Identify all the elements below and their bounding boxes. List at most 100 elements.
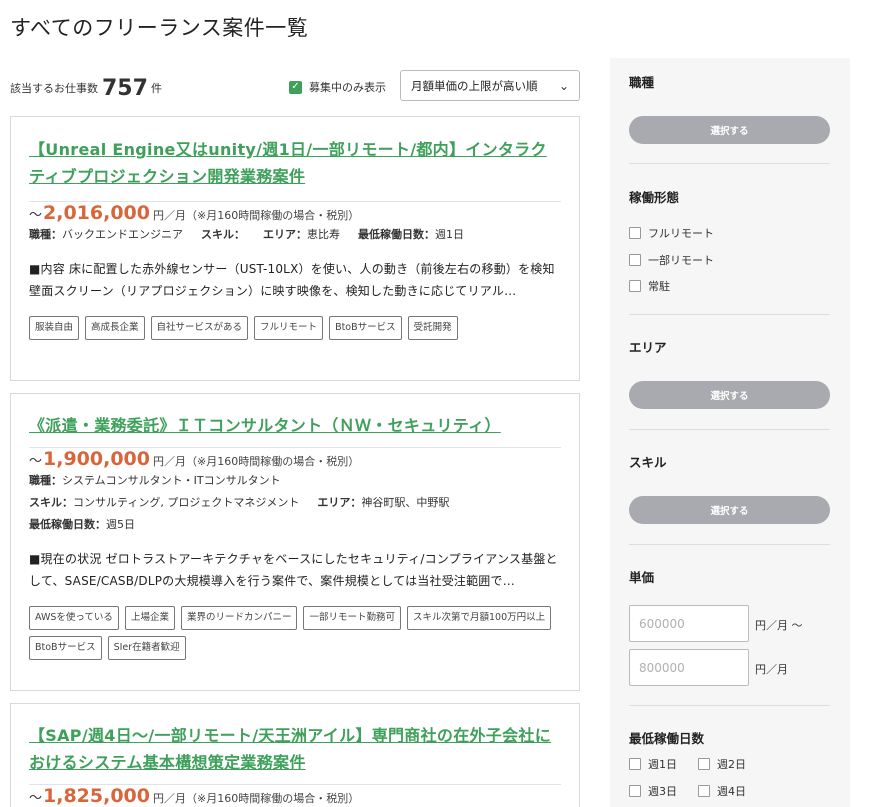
job-tag[interactable]: BtoBサービス [329, 316, 402, 340]
recruiting-only-toggle[interactable]: ✓ 募集中のみ表示 [289, 79, 386, 95]
min-days-2-checkbox[interactable]: 週2日 [698, 756, 746, 772]
filter-skill-heading: スキル [629, 455, 667, 470]
job-price: ～ 2,016,000 円／月（※月160時間稼働の場合・税別） [29, 202, 561, 224]
skill-label: スキル： [29, 496, 73, 509]
job-tags: AWSを使っている 上場企業 業界のリードカンパニー 一部リモート勤務可 スキル… [29, 606, 561, 660]
result-count-label: 該当するお仕事数 [10, 82, 98, 95]
job-tag[interactable]: 服装自由 [29, 316, 80, 340]
days-value: 週5日 [106, 518, 135, 531]
filter-divider [629, 314, 830, 315]
job-tag[interactable]: 一部リモート勤務可 [303, 606, 401, 630]
price-prefix: ～ [29, 791, 43, 806]
filter-work-style-heading: 稼働形態 [629, 190, 680, 205]
skill-select-button[interactable]: 選択する [629, 496, 830, 524]
filter-price-heading: 単価 [629, 570, 655, 585]
job-description: ■現在の状況 ゼロトラストアーキテクチャをベースにしたセキュリティ/コンプライア… [29, 552, 558, 588]
area-value: 恵比寿 [307, 228, 340, 241]
job-tag[interactable]: AWSを使っている [29, 606, 119, 630]
price-prefix: ～ [29, 208, 43, 223]
job-tag[interactable]: BtoBサービス [29, 636, 102, 660]
checkbox-icon[interactable] [698, 785, 710, 797]
job-price: ～ 1,825,000 円／月（※月160時間稼働の場合・税別） [29, 785, 561, 807]
job-tag[interactable]: 業界のリードカンパニー [180, 606, 298, 630]
role-label: 職種： [29, 228, 62, 241]
price-value: 1,825,000 [43, 785, 150, 807]
job-title-link[interactable]: 【Unreal Engine又はunity/週1日/一部リモート/都内】インタラ… [29, 136, 561, 190]
filter-divider [629, 544, 830, 545]
filter-divider [629, 163, 830, 164]
filter-divider [629, 429, 830, 430]
checkbox-label: 常駐 [648, 280, 670, 293]
results-toolbar: 該当するお仕事数 757 件 ✓ 募集中のみ表示 月額単価の上限が高い順 ⌄ [10, 58, 580, 116]
area-label: エリア： [317, 496, 362, 509]
price-min-input[interactable]: 600000 [629, 605, 749, 642]
work-style-onsite-checkbox[interactable]: 常駐 [629, 278, 670, 294]
checkbox-icon[interactable] [629, 280, 641, 292]
filter-min-days-heading: 最低稼働日数 [629, 731, 705, 746]
job-card: 【SAP/週4日～/一部リモート/天王洲アイル】専門商社の在外子会社におけるシス… [10, 703, 580, 807]
price-max-unit: 円／月 [755, 663, 788, 676]
skill-value: コンサルティング, プロジェクトマネジメント [73, 496, 300, 509]
recruiting-only-label: 募集中のみ表示 [309, 81, 386, 94]
job-card: 《派遣・業務委託》ＩＴコンサルタント（ＮＷ・セキュリティ） ～ 1,900,00… [10, 393, 580, 691]
job-price: ～ 1,900,000 円／月（※月160時間稼働の場合・税別） [29, 448, 561, 470]
days-label: 最低稼働日数： [29, 518, 106, 531]
filter-job-type-heading: 職種 [629, 75, 655, 90]
area-select-button[interactable]: 選択する [629, 381, 830, 409]
job-tag[interactable]: SIer在籍者歓迎 [107, 636, 186, 660]
job-title-link[interactable]: 《派遣・業務委託》ＩＴコンサルタント（ＮＷ・セキュリティ） [29, 412, 561, 439]
job-tag[interactable]: フルリモート [254, 316, 324, 340]
checkbox-label: 一部リモート [648, 254, 714, 267]
skill-label: スキル： [201, 228, 245, 241]
days-value: 週1日 [435, 228, 464, 241]
filter-divider [629, 705, 830, 706]
main-content: 該当するお仕事数 757 件 ✓ 募集中のみ表示 月額単価の上限が高い順 ⌄ 【Un… [10, 58, 580, 807]
area-label: エリア： [263, 228, 307, 241]
job-tag[interactable]: 自社サービスがある [150, 316, 249, 340]
price-unit: 円／月（※月160時間稼働の場合・税別） [153, 209, 360, 222]
work-style-partial-remote-checkbox[interactable]: 一部リモート [629, 252, 714, 268]
filter-area-heading: エリア [629, 340, 667, 355]
job-type-select-button[interactable]: 選択する [629, 116, 830, 144]
price-value: 1,900,000 [43, 448, 150, 470]
min-days-4-checkbox[interactable]: 週4日 [698, 783, 746, 799]
role-label: 職種： [29, 474, 62, 487]
job-tag[interactable]: スキル次第で月額100万円以上 [406, 606, 552, 630]
checkbox-icon[interactable] [629, 758, 641, 770]
checkbox-icon[interactable] [629, 254, 641, 266]
min-days-1-checkbox[interactable]: 週1日 [629, 756, 677, 772]
checkbox-checked-icon[interactable]: ✓ [289, 80, 302, 94]
checkbox-label: 週2日 [717, 758, 746, 771]
result-count: 該当するお仕事数 757 件 [10, 76, 162, 101]
min-days-3-checkbox[interactable]: 週3日 [629, 783, 677, 799]
page-title: すべてのフリーランス案件一覧 [10, 16, 309, 40]
price-prefix: ～ [29, 454, 43, 469]
sort-select[interactable]: 月額単価の上限が高い順 ⌄ [400, 70, 580, 101]
job-title-link[interactable]: 【SAP/週4日～/一部リモート/天王洲アイル】専門商社の在外子会社におけるシス… [29, 722, 561, 776]
role-value: バックエンドエンジニア [62, 228, 183, 241]
checkbox-label: フルリモート [648, 227, 714, 240]
checkbox-icon[interactable] [629, 227, 641, 239]
role-value: システムコンサルタント・ITコンサルタント [62, 474, 281, 487]
price-max-input[interactable]: 800000 [629, 649, 749, 686]
price-min-unit: 円／月 ～ [755, 619, 803, 632]
checkbox-label: 週4日 [717, 785, 746, 798]
price-value: 2,016,000 [43, 202, 150, 224]
sort-selected-value: 月額単価の上限が高い順 [411, 78, 538, 93]
days-label: 最低稼働日数： [358, 228, 435, 241]
checkbox-icon[interactable] [629, 785, 641, 797]
job-meta: 職種：システムコンサルタント・ITコンサルタント スキル：コンサルティング, プ… [29, 470, 561, 536]
price-unit: 円／月（※月160時間稼働の場合・税別） [153, 792, 360, 805]
job-tag[interactable]: 高成長企業 [85, 316, 145, 340]
checkbox-icon[interactable] [698, 758, 710, 770]
job-tags: 服装自由 高成長企業 自社サービスがある フルリモート BtoBサービス 受託開… [29, 316, 561, 340]
result-count-number: 757 [102, 76, 148, 101]
result-count-unit: 件 [150, 82, 162, 95]
job-description: ■内容 床に配置した赤外線センサー（UST-10LX）を使い、人の動き（前後左右… [29, 262, 555, 298]
job-tag[interactable]: 受託開発 [407, 316, 458, 340]
checkbox-label: 週3日 [648, 785, 677, 798]
area-value: 神谷町駅、中野駅 [361, 496, 450, 509]
work-style-full-remote-checkbox[interactable]: フルリモート [629, 225, 714, 241]
job-tag[interactable]: 上場企業 [124, 606, 175, 630]
job-card: 【Unreal Engine又はunity/週1日/一部リモート/都内】インタラ… [10, 116, 580, 381]
